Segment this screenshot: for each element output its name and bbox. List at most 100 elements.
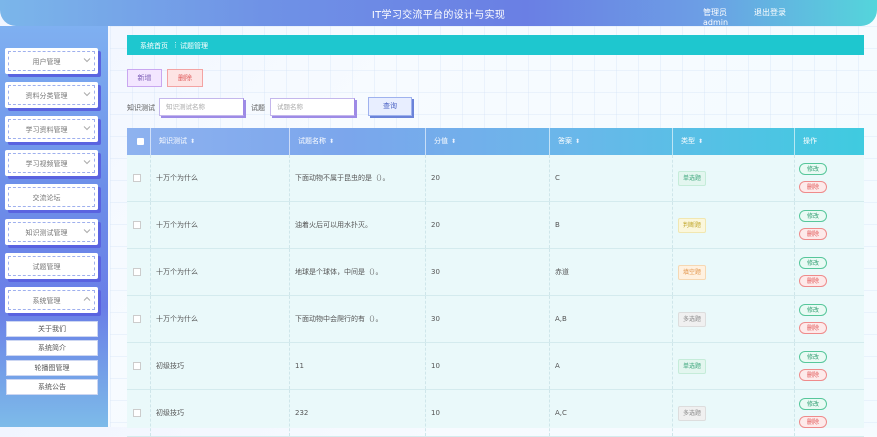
cell-score: 10 [426, 390, 550, 436]
sidebar-item-materials[interactable]: 学习资料管理 [5, 116, 98, 142]
test-name-label: 知识测试 [127, 104, 155, 112]
submenu-notice[interactable]: 系统公告 [6, 379, 98, 395]
column-header: 操作 [803, 137, 817, 145]
type-cell: 判断题 [673, 202, 795, 248]
column-header[interactable]: 类型 ⬍ [673, 128, 795, 155]
table-row: 初级技巧 232 10 A,C 多选题 修改 删除 [127, 390, 864, 437]
sidebar-item-system[interactable]: 系统管理 [5, 287, 98, 313]
row-checkbox[interactable] [133, 362, 141, 370]
cell-answer: A [550, 343, 673, 389]
cell-name: 下面动物中会爬行的有（）。 [290, 296, 426, 342]
cell-score: 10 [426, 343, 550, 389]
sidebar: 用户管理 资料分类管理 学习资料管理 学习视频管理 交流论坛 知识测试管理 试题… [0, 26, 108, 427]
cell-answer: B [550, 202, 673, 248]
edit-button[interactable]: 修改 [799, 351, 827, 363]
delete-row-button[interactable]: 删除 [799, 275, 827, 287]
delete-row-button[interactable]: 删除 [799, 369, 827, 381]
row-checkbox[interactable] [133, 409, 141, 417]
select-all-cell [127, 128, 151, 155]
table-row: 十万个为什么 下面动物中会爬行的有（）。 30 A,B 多选题 修改删除 [127, 296, 864, 343]
edit-button[interactable]: 修改 [799, 163, 827, 175]
column-header[interactable]: 答案 ⬍ [550, 128, 673, 155]
submenu-carousel[interactable]: 轮播图管理 [6, 360, 98, 376]
actions-cell: 修改 删除 [795, 390, 864, 436]
cell-score: 30 [426, 249, 550, 295]
add-button[interactable]: 新增 [127, 69, 162, 87]
cell-test: 初级技巧 [151, 343, 290, 389]
edit-button[interactable]: 修改 [799, 257, 827, 269]
row-select-cell [127, 390, 151, 436]
actions-cell: 修改 删除 [795, 155, 864, 201]
cell-score: 30 [426, 296, 550, 342]
row-select-cell [127, 249, 151, 295]
breadcrumb-home[interactable]: 系统首页 [140, 41, 168, 51]
type-badge: 多选题 [678, 311, 707, 327]
question-name-label: 试题 [251, 104, 265, 112]
cell-test: 十万个为什么 [151, 249, 290, 295]
cell-test: 十万个为什么 [151, 155, 290, 201]
sidebar-item-questions[interactable]: 试题管理 [5, 253, 98, 279]
sidebar-item-category[interactable]: 资料分类管理 [5, 82, 98, 108]
type-badge: 单选题 [678, 358, 707, 374]
column-header[interactable]: 试题名称 ⬍ [290, 128, 426, 155]
sidebar-item-videos[interactable]: 学习视频管理 [5, 150, 98, 176]
sidebar-item-label: 试题管理 [32, 263, 61, 271]
submenu-about[interactable]: 关于我们 [6, 321, 98, 337]
type-cell: 填空题 [673, 249, 795, 295]
table-row: 十万个为什么 地球是个球体，中间是（）。 30 赤道 填空题 修改删除 [127, 249, 864, 296]
cell-name: 油着火后可以用水扑灭。 [290, 202, 426, 248]
table-row: 初级技巧 11 10 A 单选题 修改 删除 [127, 343, 864, 390]
edit-button[interactable]: 修改 [799, 210, 827, 222]
table-header: 知识测试 ⬍ 试题名称 ⬍ 分值 ⬍ 答案 ⬍ 类型 ⬍ 操作 [127, 128, 864, 155]
sidebar-item-label: 交流论坛 [32, 194, 61, 202]
cell-name: 232 [290, 390, 426, 436]
logout-link[interactable]: 退出登录 [754, 7, 794, 18]
row-select-cell [127, 202, 151, 248]
cell-name: 地球是个球体，中间是（）。 [290, 249, 426, 295]
column-header[interactable]: 分值 ⬍ [426, 128, 550, 155]
type-cell: 单选题 [673, 155, 795, 201]
question-name-input[interactable]: 试题名称 [270, 98, 355, 116]
cell-score: 20 [426, 155, 550, 201]
edit-button[interactable]: 修改 [799, 398, 827, 410]
row-checkbox[interactable] [133, 315, 141, 323]
submenu-intro[interactable]: 系统简介 [6, 340, 98, 356]
edit-button[interactable]: 修改 [799, 304, 827, 316]
sidebar-item-label: 系统管理 [32, 297, 61, 305]
cell-name: 下面动物不属于昆虫的是（）。 [290, 155, 426, 201]
select-all-checkbox[interactable] [137, 138, 144, 145]
delete-row-button[interactable]: 删除 [799, 322, 827, 334]
cell-answer: A,B [550, 296, 673, 342]
sidebar-item-users[interactable]: 用户管理 [5, 48, 98, 74]
row-checkbox[interactable] [133, 221, 141, 229]
type-badge: 填空题 [678, 264, 707, 280]
sidebar-item-tests[interactable]: 知识测试管理 [5, 219, 98, 245]
test-name-input[interactable]: 知识测试名称 [159, 98, 244, 116]
cell-test: 初级技巧 [151, 390, 290, 436]
type-badge: 单选题 [678, 170, 707, 186]
delete-row-button[interactable]: 删除 [799, 416, 827, 428]
actions-cell: 修改 删除 [795, 249, 864, 295]
chevron-down-icon [83, 126, 91, 131]
cell-test: 十万个为什么 [151, 296, 290, 342]
cell-score: 20 [426, 202, 550, 248]
delete-row-button[interactable]: 删除 [799, 228, 827, 240]
column-header[interactable]: 知识测试 ⬍ [151, 128, 290, 155]
row-checkbox[interactable] [133, 268, 141, 276]
cell-answer: A,C [550, 390, 673, 436]
cell-answer: 赤道 [550, 249, 673, 295]
actions-cell: 修改 删除 [795, 296, 864, 342]
type-cell: 多选题 [673, 296, 795, 342]
actions-cell: 修改 删除 [795, 343, 864, 389]
type-cell: 单选题 [673, 343, 795, 389]
delete-row-button[interactable]: 删除 [799, 181, 827, 193]
sidebar-item-label: 学习视频管理 [25, 160, 68, 168]
sidebar-item-forum[interactable]: 交流论坛 [5, 184, 98, 210]
query-button[interactable]: 查询 [368, 97, 412, 116]
actions-cell: 修改 删除 [795, 202, 864, 248]
sidebar-item-label: 学习资料管理 [25, 126, 68, 134]
questions-table: 知识测试 ⬍ 试题名称 ⬍ 分值 ⬍ 答案 ⬍ 类型 ⬍ 操作 十万个为什么 下面动物不属于… [127, 128, 864, 437]
delete-button[interactable]: 删除 [167, 69, 203, 87]
row-select-cell [127, 296, 151, 342]
row-checkbox[interactable] [133, 174, 141, 182]
